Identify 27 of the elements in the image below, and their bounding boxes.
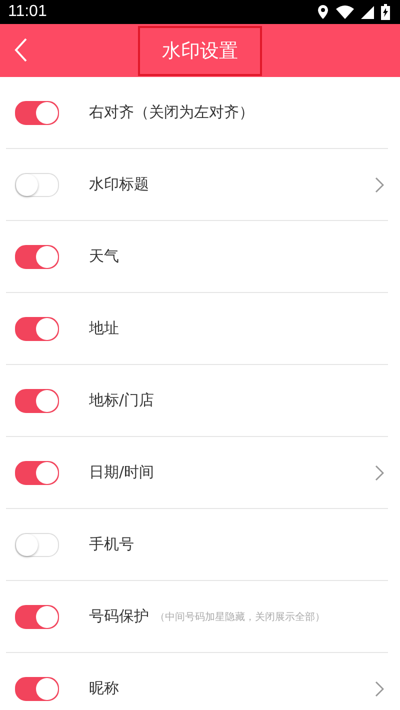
toggle-switch[interactable] xyxy=(15,604,59,628)
setting-label: 地标/门店 xyxy=(89,391,154,410)
setting-label: 地址 xyxy=(89,319,119,338)
setting-label: 日期/时间 xyxy=(89,463,154,482)
toggle-switch[interactable] xyxy=(15,244,59,268)
page-title: 水印设置 xyxy=(138,26,262,76)
signal-icon xyxy=(361,6,374,18)
setting-label: 手机号 xyxy=(89,535,134,554)
toggle-switch[interactable] xyxy=(15,316,59,340)
setting-label: 天气 xyxy=(89,247,119,266)
toggle-switch[interactable] xyxy=(15,100,59,124)
setting-label: 昵称 xyxy=(89,679,119,698)
toggle-switch[interactable] xyxy=(15,388,59,412)
setting-label: 水印标题 xyxy=(89,175,149,194)
battery-icon xyxy=(381,4,390,20)
toggle-switch[interactable] xyxy=(15,460,59,484)
setting-label: 号码保护 xyxy=(89,607,149,626)
location-icon xyxy=(317,4,329,20)
setting-hint: （中间号码加星隐藏，关闭展示全部） xyxy=(155,610,325,624)
setting-label: 右对齐（关闭为左对齐） xyxy=(89,103,254,122)
chevron-icon[interactable] xyxy=(375,176,384,192)
status-time: 11:01 xyxy=(8,3,47,21)
back-icon[interactable] xyxy=(14,37,28,63)
toggle-switch[interactable] xyxy=(15,676,59,700)
wifi-icon xyxy=(336,5,354,19)
chevron-icon[interactable] xyxy=(375,680,384,696)
chevron-icon[interactable] xyxy=(375,464,384,480)
